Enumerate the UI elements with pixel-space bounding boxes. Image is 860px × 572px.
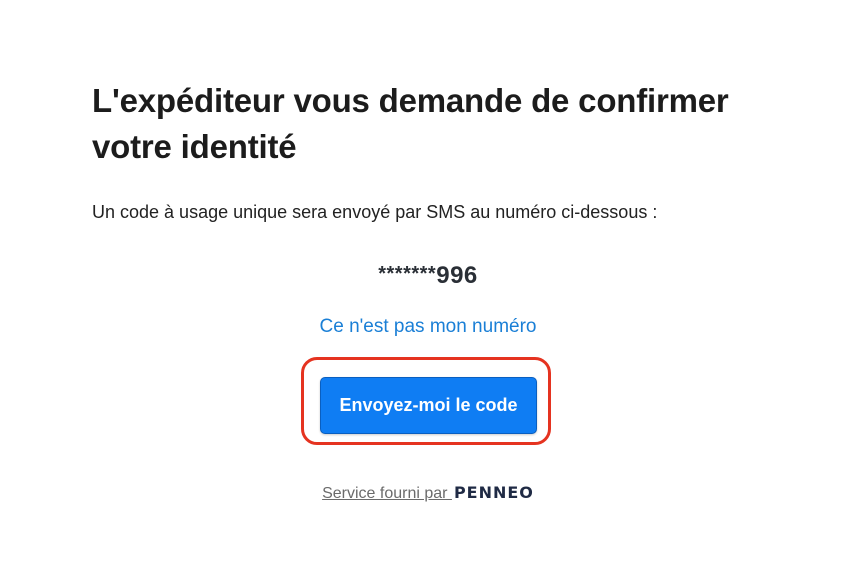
service-provided-by-text: Service fourni par <box>322 485 452 502</box>
sms-instruction-text: Un code à usage unique sera envoyé par S… <box>92 202 658 222</box>
masked-phone-number: *******996 <box>92 262 764 290</box>
page-title: L'expéditeur vous demande de confirmer v… <box>92 82 729 165</box>
identity-confirmation-panel: L'expéditeur vous demande de confirmer v… <box>92 78 772 502</box>
send-code-button[interactable]: Envoyez-moi le code <box>320 377 537 434</box>
not-my-number-link[interactable]: Ce n'est pas mon numéro <box>92 316 764 338</box>
provider-link[interactable]: Service fourni par PENNEO <box>322 483 534 502</box>
penneo-logo: PENNEO <box>453 483 534 502</box>
footer: Service fourni par PENNEO <box>92 483 764 503</box>
phone-mask: ******* <box>378 263 437 285</box>
phone-last-digits: 996 <box>436 262 478 289</box>
